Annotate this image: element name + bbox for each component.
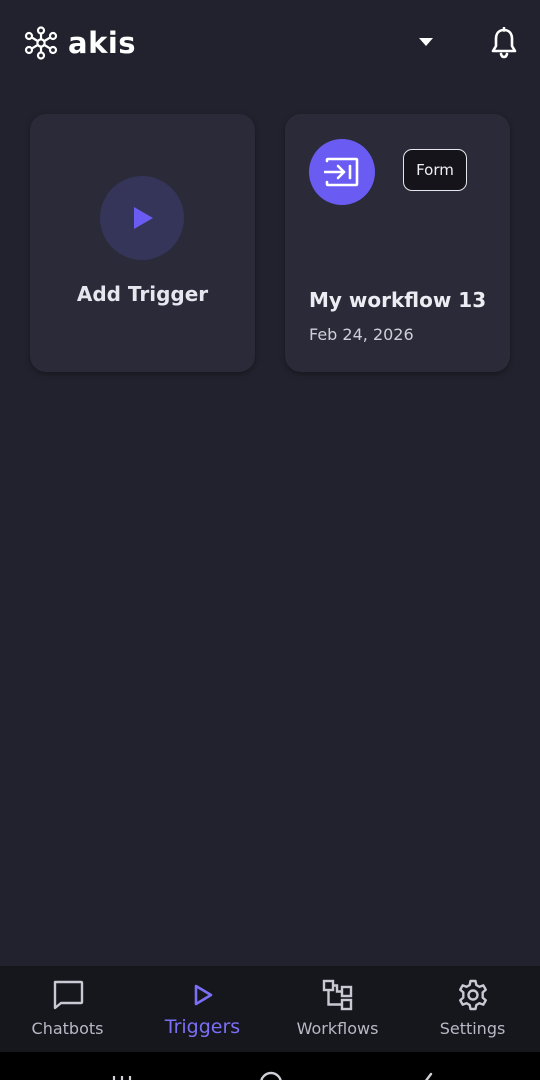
play-icon (134, 207, 153, 229)
nav-label-chatbots: Chatbots (31, 1019, 104, 1038)
nav-label-settings: Settings (439, 1019, 506, 1038)
workflow-title: My workflow 13 (309, 288, 487, 312)
workspace-dropdown-button[interactable] (410, 28, 442, 56)
bell-icon (491, 27, 517, 59)
recent-apps-icon[interactable] (110, 1072, 134, 1080)
chat-bubble-icon (51, 978, 85, 1012)
app-screen: akis Add Trigger Form My workflow 13 Feb… (0, 0, 540, 1080)
play-outline-icon (186, 978, 220, 1012)
network-nodes-icon (24, 26, 58, 60)
add-trigger-card[interactable]: Add Trigger (30, 114, 255, 372)
notifications-button[interactable] (486, 24, 522, 62)
form-enter-icon (324, 157, 359, 187)
system-navigation-bar (0, 1052, 540, 1080)
play-icon-circle (100, 176, 184, 260)
workflow-card[interactable]: Form My workflow 13 Feb 24, 2026 (285, 114, 510, 372)
add-trigger-label: Add Trigger (76, 282, 209, 306)
nav-item-chatbots[interactable]: Chatbots (0, 966, 135, 1052)
nav-label-triggers: Triggers (164, 1016, 241, 1038)
trigger-type-badge: Form (403, 149, 467, 191)
bottom-navigation: Chatbots Triggers Workflows Settings (0, 966, 540, 1052)
app-name: akis (68, 26, 137, 60)
gear-icon (456, 978, 490, 1012)
app-logo: akis (24, 26, 136, 60)
form-trigger-icon-circle (309, 139, 375, 205)
workflow-nodes-icon (321, 978, 355, 1012)
nav-item-workflows[interactable]: Workflows (270, 966, 405, 1052)
workflow-date: Feb 24, 2026 (309, 325, 414, 344)
nav-item-triggers[interactable]: Triggers (135, 966, 270, 1052)
top-app-bar: akis (0, 0, 540, 86)
nav-item-settings[interactable]: Settings (405, 966, 540, 1052)
caret-down-icon (419, 38, 433, 46)
home-icon[interactable] (258, 1070, 284, 1080)
back-icon[interactable] (420, 1072, 434, 1080)
nav-label-workflows: Workflows (296, 1019, 379, 1038)
